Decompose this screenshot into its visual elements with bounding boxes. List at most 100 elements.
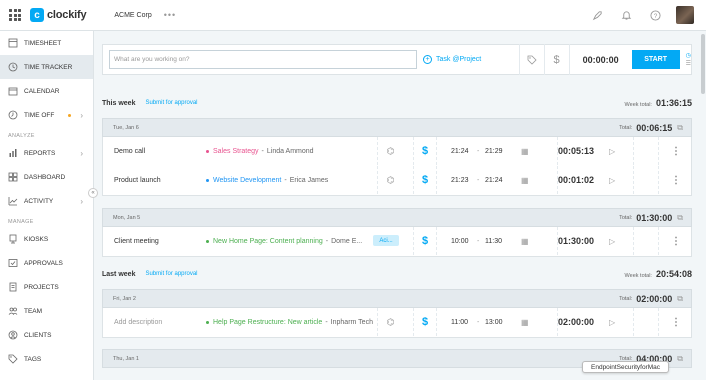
start-time[interactable]: 21:23 xyxy=(451,166,469,194)
sidebar-item-time-tracker[interactable]: TIME TRACKER xyxy=(0,55,93,79)
clock-icon xyxy=(8,62,18,72)
timer-display: 00:00:00 xyxy=(582,54,619,65)
tag-chip[interactable]: Aci... xyxy=(373,235,399,246)
entry-project[interactable]: Help Page Restructure: New article - Inp… xyxy=(206,308,373,336)
billable-dollar-icon[interactable]: $ xyxy=(413,137,437,165)
sidebar-item-label: ACTIVITY xyxy=(24,197,54,205)
end-time[interactable]: 11:30 xyxy=(485,227,502,255)
more-vertical-icon[interactable]: ⋮ xyxy=(671,166,681,194)
logo-icon: c xyxy=(30,8,44,22)
more-vertical-icon[interactable]: ⋮ xyxy=(671,227,681,255)
tag-icon[interactable]: ⌬ xyxy=(377,137,403,165)
entry-project[interactable]: Sales Strategy - Linda Ammond xyxy=(206,137,314,165)
help-icon[interactable]: ? xyxy=(646,6,664,24)
submit-for-approval-link[interactable]: Submit for approval xyxy=(145,100,197,106)
sidebar-item-activity[interactable]: ACTIVITY › xyxy=(0,189,93,213)
play-icon[interactable]: ▷ xyxy=(609,166,615,194)
calendar-icon[interactable]: ▦ xyxy=(521,308,529,336)
divider xyxy=(658,137,659,165)
entry-description[interactable]: Client meeting xyxy=(114,227,159,255)
submit-for-approval-link[interactable]: Submit for approval xyxy=(145,271,197,277)
entry-description[interactable]: Demo call xyxy=(114,137,145,165)
collapse-sidebar-button[interactable]: « xyxy=(88,188,98,198)
avatar[interactable] xyxy=(676,6,694,24)
tag-icon[interactable] xyxy=(520,55,544,65)
calendar-icon[interactable]: ▦ xyxy=(521,137,529,165)
time-separator: - xyxy=(477,318,480,326)
billable-dollar-icon[interactable]: $ xyxy=(413,308,437,336)
more-vertical-icon[interactable]: ⋮ xyxy=(671,137,681,165)
billable-dollar-icon[interactable]: $ xyxy=(413,227,437,255)
sidebar-item-label: TIME TRACKER xyxy=(24,63,73,71)
play-icon[interactable]: ▷ xyxy=(609,137,615,165)
bulk-edit-icon[interactable]: ⧉ xyxy=(677,213,683,223)
entry-duration[interactable]: 00:05:13 xyxy=(557,137,594,165)
project-name: New Home Page: Content planning xyxy=(213,237,323,245)
billable-dollar-icon[interactable]: $ xyxy=(413,166,437,194)
billable-dollar-icon[interactable]: $ xyxy=(545,54,569,66)
sidebar-item-clients[interactable]: CLIENTS xyxy=(0,323,93,347)
sidebar-item-projects[interactable]: PROJECTS xyxy=(0,275,93,299)
play-icon[interactable]: ▷ xyxy=(609,227,615,255)
rocket-icon[interactable] xyxy=(588,6,606,24)
bell-icon[interactable] xyxy=(617,6,635,24)
entry-duration[interactable]: 02:00:00 xyxy=(557,308,594,336)
sidebar-item-timesheet[interactable]: TIMESHEET xyxy=(0,31,93,55)
day-label: Mon, Jan 5 xyxy=(113,214,141,221)
manual-mode-icon[interactable]: ☰ xyxy=(686,60,691,68)
time-entry-row[interactable]: Product launch Website Development - Eri… xyxy=(102,166,692,196)
entry-duration[interactable]: 01:30:00 xyxy=(557,227,594,255)
start-time[interactable]: 10:00 xyxy=(451,227,469,255)
end-time[interactable]: 13:00 xyxy=(485,308,503,336)
sidebar-item-dashboard[interactable]: DASHBOARD xyxy=(0,165,93,189)
end-time[interactable]: 21:29 xyxy=(485,137,503,165)
end-time[interactable]: 21:24 xyxy=(485,166,503,194)
description-input[interactable] xyxy=(109,50,417,69)
start-time[interactable]: 21:24 xyxy=(451,137,469,165)
sidebar-item-label: TIME OFF xyxy=(24,111,55,119)
day-header: Tue, Jan 6 Total: 00:06:15 ⧉ xyxy=(102,118,692,137)
entry-project[interactable]: Website Development - Erica James xyxy=(206,166,328,194)
sidebar-item-approvals[interactable]: APPROVALS xyxy=(0,251,93,275)
start-time[interactable]: 11:00 xyxy=(451,308,468,336)
notification-dot xyxy=(68,113,71,117)
more-dots-icon[interactable]: ••• xyxy=(164,10,176,20)
sidebar-item-kiosks[interactable]: KIOSKS xyxy=(0,227,93,251)
bulk-edit-icon[interactable]: ⧉ xyxy=(677,294,683,304)
timer-mode-icon[interactable]: ◷ xyxy=(686,52,691,60)
tag-icon[interactable]: ⌬ xyxy=(377,308,403,336)
calendar-icon[interactable]: ▦ xyxy=(521,227,529,255)
calendar-icon[interactable]: ▦ xyxy=(521,166,529,194)
sidebar-item-label: CLIENTS xyxy=(24,331,52,339)
sidebar-item-calendar[interactable]: CALENDAR xyxy=(0,79,93,103)
time-entry-row[interactable]: Client meeting New Home Page: Content pl… xyxy=(102,227,692,257)
workspace-name[interactable]: ACME Corp xyxy=(114,12,151,19)
sidebar-item-time-off[interactable]: TIME OFF › xyxy=(0,103,93,127)
entry-description[interactable]: Product launch xyxy=(114,166,161,194)
sidebar-item-tags[interactable]: TAGS xyxy=(0,347,93,371)
apps-grid-icon[interactable] xyxy=(8,8,22,22)
more-vertical-icon[interactable]: ⋮ xyxy=(671,308,681,336)
entry-project[interactable]: New Home Page: Content planning - Dome E… xyxy=(206,227,362,255)
time-separator: - xyxy=(477,147,480,155)
entry-duration[interactable]: 00:01:02 xyxy=(557,166,594,194)
time-entry-row[interactable]: Demo call Sales Strategy - Linda Ammond … xyxy=(102,137,692,167)
sidebar-item-reports[interactable]: REPORTS › xyxy=(0,141,93,165)
sidebar-item-label: TIMESHEET xyxy=(24,39,62,47)
logo[interactable]: c clockify xyxy=(30,8,87,22)
tag-icon[interactable]: ⌬ xyxy=(377,166,403,194)
bulk-edit-icon[interactable]: ⧉ xyxy=(677,354,683,364)
scrollbar[interactable] xyxy=(701,34,705,94)
start-button[interactable]: START xyxy=(631,50,680,69)
play-icon[interactable]: ▷ xyxy=(609,308,615,336)
timesheet-icon xyxy=(8,38,18,48)
project-picker-button[interactable]: + Task @Project xyxy=(423,55,481,64)
mode-toggle[interactable]: ◷ ☰ xyxy=(686,52,691,68)
entry-description[interactable]: Add description xyxy=(114,308,162,336)
sidebar-item-team[interactable]: TEAM xyxy=(0,299,93,323)
project-name: Help Page Restructure: New article xyxy=(213,318,323,326)
time-entry-row[interactable]: Add description Help Page Restructure: N… xyxy=(102,308,692,338)
reports-icon xyxy=(8,148,18,158)
day-total-label: Total: xyxy=(619,214,633,221)
bulk-edit-icon[interactable]: ⧉ xyxy=(677,123,683,133)
